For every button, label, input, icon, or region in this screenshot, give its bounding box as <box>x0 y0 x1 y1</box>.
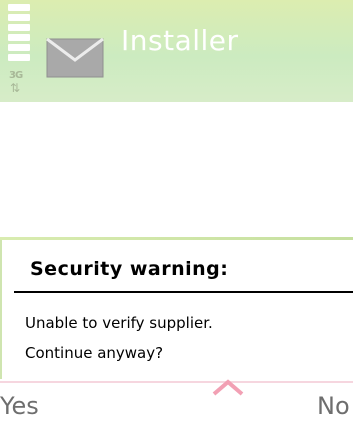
dialog-message-line-2: Continue anyway? <box>25 344 164 362</box>
dialog-divider <box>14 291 353 293</box>
dialog-message-line-1: Unable to verify supplier. <box>25 314 213 332</box>
yes-softkey[interactable]: Yes <box>0 392 39 420</box>
title-bar: 3G ⇅ Installer <box>0 0 353 102</box>
dialog-heading: Security warning: <box>30 258 229 280</box>
chevron-up-icon <box>212 379 244 396</box>
envelope-icon <box>46 37 104 78</box>
installer-content-area <box>0 102 353 238</box>
data-transfer-icon: ⇅ <box>10 81 21 95</box>
no-softkey[interactable]: No <box>317 392 350 420</box>
scroll-indicator <box>0 376 353 406</box>
app-title: Installer <box>121 24 239 57</box>
network-type-label: 3G <box>9 70 23 81</box>
